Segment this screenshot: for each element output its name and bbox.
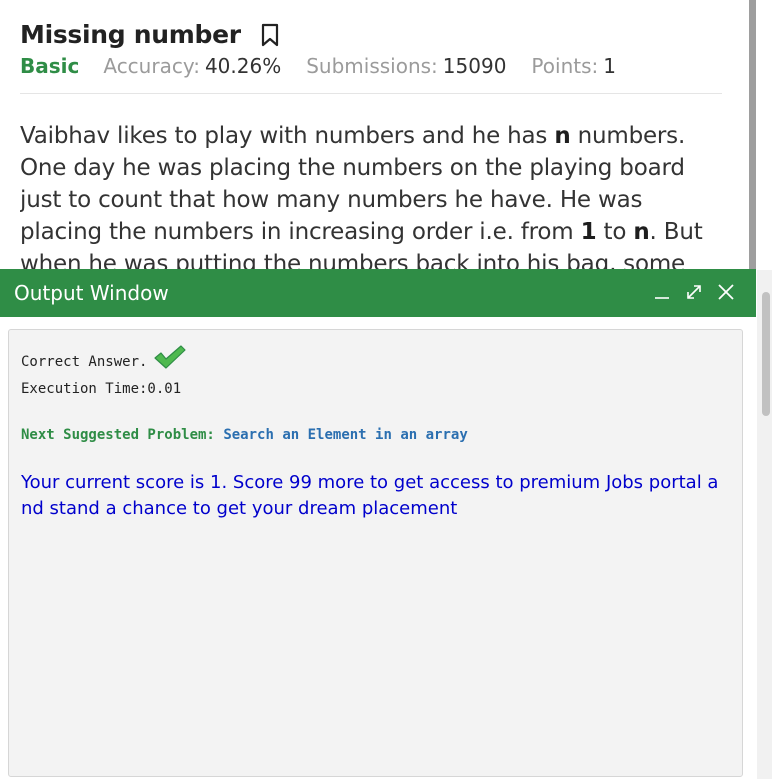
score-message: Your current score is 1. Score 99 more t… [21, 472, 719, 519]
submissions-stat: Submissions: 15090 [306, 54, 506, 78]
accuracy-stat: Accuracy: 40.26% [103, 54, 281, 78]
expand-icon[interactable] [682, 280, 706, 304]
description-bold: n [633, 219, 650, 245]
description-text: to [596, 219, 634, 245]
checkmark-icon [153, 344, 187, 374]
problem-title: Missing number [20, 20, 241, 49]
output-scrollbar-thumb[interactable] [762, 292, 770, 416]
correct-answer-text: Correct Answer. [21, 354, 148, 370]
bookmark-icon[interactable] [259, 22, 281, 48]
submissions-value: 15090 [442, 54, 507, 78]
minimize-icon[interactable] [650, 280, 674, 304]
close-icon[interactable] [714, 280, 738, 304]
problem-panel: Missing number Basic Accuracy: 40.26% Sub… [20, 0, 722, 270]
description-bold: 1 [580, 219, 597, 245]
output-window-title: Output Window [14, 281, 169, 305]
submissions-label: Submissions: [306, 54, 438, 78]
description-text: Vaibhav likes to play with numbers and h… [20, 123, 555, 149]
divider [20, 93, 722, 94]
difficulty-badge: Basic [20, 54, 80, 78]
execution-time: Execution Time:0.01 [21, 381, 182, 397]
correct-answer-line: Correct Answer. [21, 345, 187, 374]
next-problem-link[interactable]: Search an Element in an array [223, 427, 467, 443]
page-scrollbar[interactable] [749, 0, 756, 270]
accuracy-value: 40.26% [204, 54, 282, 78]
points-label: Points: [531, 54, 599, 78]
title-row: Missing number [20, 20, 281, 49]
output-window-header: Output Window [0, 269, 756, 317]
next-problem-label: Next Suggested Problem: [21, 427, 215, 443]
next-suggested-problem: Next Suggested Problem: Search an Elemen… [21, 427, 468, 443]
problem-description: Vaibhav likes to play with numbers and h… [20, 120, 722, 270]
problem-meta: Basic Accuracy: 40.26% Submissions: 15090 … [20, 54, 641, 78]
output-window-body: Correct Answer. Execution Time:0.01 Next… [8, 329, 743, 777]
points-stat: Points: 1 [531, 54, 616, 78]
accuracy-label: Accuracy: [103, 54, 200, 78]
points-value: 1 [603, 54, 616, 78]
window-controls [642, 280, 738, 304]
description-bold: n [554, 123, 571, 149]
